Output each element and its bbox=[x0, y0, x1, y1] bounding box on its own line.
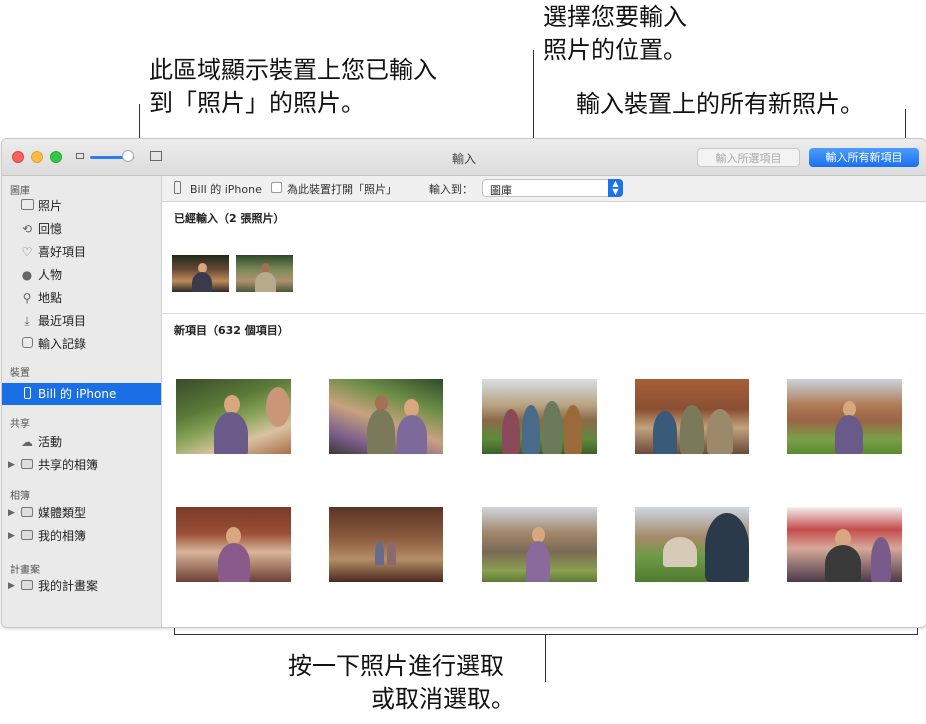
callout-select-line2: 或取消選取。 bbox=[371, 685, 515, 713]
iphone-icon bbox=[20, 387, 34, 401]
sidebar-item-shared-albums[interactable]: ▶ 共享的相簿 bbox=[2, 454, 161, 476]
callout-import-all: 輸入裝置上的所有新照片。 bbox=[576, 90, 864, 118]
callout-destination-line2: 照片的位置。 bbox=[543, 36, 687, 64]
leader-select-stem bbox=[545, 634, 546, 682]
sidebar-section-projects: 計畫案 bbox=[10, 565, 40, 576]
callout-imported-area: 此區域顯示裝置上您已輸入 到「照片」的照片。 bbox=[149, 54, 437, 120]
sidebar-section-shared: 共享 bbox=[10, 419, 30, 430]
camera-icon bbox=[20, 337, 34, 351]
sidebar-item-label: 照片 bbox=[38, 199, 63, 213]
folder-icon bbox=[20, 458, 34, 472]
sidebar-item-label: 回憶 bbox=[38, 222, 63, 236]
sidebar-item-activity[interactable]: ☁ 活動 bbox=[2, 431, 161, 453]
callout-imported-line2: 到「照片」的照片。 bbox=[149, 89, 365, 117]
disclosure-triangle-icon[interactable]: ▶ bbox=[8, 502, 15, 524]
sidebar-item-people[interactable]: ● 人物 bbox=[2, 264, 161, 286]
sidebar-item-label: 輸入記錄 bbox=[38, 337, 87, 351]
title-bar: 輸入 輸入所選項目 輸入所有新項目 bbox=[2, 139, 926, 176]
sidebar-item-label: 活動 bbox=[38, 435, 63, 449]
new-photo-thumbnail[interactable] bbox=[329, 507, 443, 582]
sidebar-item-recents[interactable]: ⤓ 最近項目 bbox=[2, 310, 161, 332]
disclosure-triangle-icon[interactable]: ▶ bbox=[8, 525, 15, 547]
callout-import-destination: 選擇您要輸入 照片的位置。 bbox=[543, 1, 687, 67]
sidebar-item-label: 我的相簿 bbox=[38, 529, 87, 543]
imported-photo-thumbnail[interactable] bbox=[172, 255, 229, 292]
sidebar-item-label: 最近項目 bbox=[38, 314, 87, 328]
sidebar-item-my-albums[interactable]: ▶ 我的相簿 bbox=[2, 525, 161, 547]
section-divider bbox=[162, 313, 926, 314]
sidebar-item-favorites[interactable]: ♡ 喜好項目 bbox=[2, 241, 161, 263]
sidebar-item-label: 媒體類型 bbox=[38, 506, 87, 520]
open-photos-label: 為此裝置打開「照片」 bbox=[287, 183, 397, 196]
callout-select-photos: 按一下照片進行選取 或取消選取。 bbox=[288, 650, 515, 716]
pin-icon: ⚲ bbox=[22, 291, 32, 305]
memories-icon: ⟲ bbox=[21, 222, 33, 236]
sidebar-item-my-projects[interactable]: ▶ 我的計畫案 bbox=[2, 575, 161, 597]
import-toolbar: Bill 的 iPhone 為此裝置打開「照片」 輸入到： 圖庫 ▲ ▼ bbox=[162, 176, 926, 202]
sidebar-item-label: 共享的相簿 bbox=[38, 458, 99, 472]
open-photos-checkbox[interactable] bbox=[271, 182, 282, 193]
import-destination-select[interactable]: 圖庫 ▲ ▼ bbox=[482, 179, 623, 197]
import-all-new-button[interactable]: 輸入所有新項目 bbox=[809, 148, 919, 167]
sidebar-item-photos[interactable]: 照片 bbox=[2, 195, 161, 217]
sidebar-section-devices: 裝置 bbox=[10, 368, 30, 379]
new-photo-thumbnail[interactable] bbox=[176, 379, 291, 454]
sidebar-item-label: 地點 bbox=[38, 291, 63, 305]
new-photo-thumbnail[interactable] bbox=[482, 507, 597, 582]
sidebar-item-device-iphone[interactable]: Bill 的 iPhone bbox=[2, 383, 161, 405]
new-photo-thumbnail[interactable] bbox=[329, 379, 443, 454]
sidebar-item-label: 我的計畫案 bbox=[38, 579, 99, 593]
cloud-icon: ☁ bbox=[21, 435, 33, 449]
new-photo-thumbnail[interactable] bbox=[787, 507, 902, 582]
sidebar-item-media-types[interactable]: ▶ 媒體類型 bbox=[2, 502, 161, 524]
imported-photo-thumbnail[interactable] bbox=[236, 255, 293, 292]
new-photo-thumbnail[interactable] bbox=[787, 379, 902, 454]
import-destination-value: 圖庫 bbox=[490, 184, 512, 197]
sidebar-item-label: Bill 的 iPhone bbox=[38, 387, 117, 401]
import-content: 已經輸入（2 張照片） 新項目（632 個項目） bbox=[162, 202, 926, 627]
folder-icon bbox=[20, 579, 34, 593]
import-to-label: 輸入到： bbox=[429, 183, 473, 196]
import-selected-button[interactable]: 輸入所選項目 bbox=[697, 148, 800, 167]
new-photo-thumbnail[interactable] bbox=[176, 507, 291, 582]
sidebar-item-label: 人物 bbox=[38, 268, 63, 282]
folder-icon bbox=[20, 506, 34, 520]
leader-select-bracket-h bbox=[174, 634, 918, 635]
new-items-heading: 新項目（632 個項目） bbox=[174, 324, 289, 337]
heart-icon: ♡ bbox=[21, 245, 33, 259]
new-photo-thumbnail[interactable] bbox=[482, 379, 597, 454]
new-photo-thumbnail[interactable] bbox=[635, 507, 749, 582]
callout-select-line1: 按一下照片進行選取 bbox=[288, 652, 504, 680]
sidebar-item-places[interactable]: ⚲ 地點 bbox=[2, 287, 161, 309]
new-photo-thumbnail[interactable] bbox=[635, 379, 749, 454]
sidebar-item-label: 喜好項目 bbox=[38, 245, 87, 259]
recent-icon: ⤓ bbox=[24, 314, 30, 328]
disclosure-triangle-icon[interactable]: ▶ bbox=[8, 575, 15, 597]
sidebar: 圖庫 照片 ⟲ 回憶 ♡ 喜好項目 ● 人物 ⚲ 地點 ⤓ 最近項目 輸入記錄 bbox=[2, 176, 162, 627]
iphone-icon bbox=[174, 181, 181, 194]
person-icon: ● bbox=[21, 268, 33, 282]
callout-destination-line1: 選擇您要輸入 bbox=[543, 3, 687, 31]
photos-import-window: 輸入 輸入所選項目 輸入所有新項目 圖庫 照片 ⟲ 回憶 ♡ 喜好項目 ● 人物… bbox=[1, 138, 926, 628]
disclosure-triangle-icon[interactable]: ▶ bbox=[8, 454, 15, 476]
callout-imported-line1: 此區域顯示裝置上您已輸入 bbox=[149, 56, 437, 84]
photos-icon bbox=[20, 199, 34, 213]
folder-icon bbox=[20, 529, 34, 543]
sidebar-section-albums: 相簿 bbox=[10, 491, 30, 502]
device-name: Bill 的 iPhone bbox=[190, 183, 262, 196]
sidebar-item-memories[interactable]: ⟲ 回憶 bbox=[2, 218, 161, 240]
sidebar-item-imports[interactable]: 輸入記錄 bbox=[2, 333, 161, 355]
already-imported-heading: 已經輸入（2 張照片） bbox=[174, 212, 285, 225]
popup-arrows-icon: ▲ ▼ bbox=[608, 179, 623, 197]
